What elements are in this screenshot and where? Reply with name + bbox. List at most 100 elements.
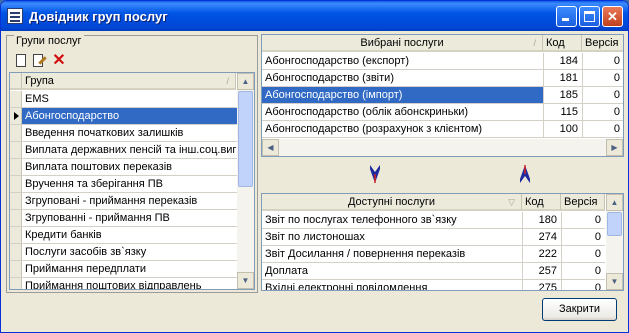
service-row[interactable]: Абонгосподарство (експорт) 184 0: [262, 53, 623, 70]
app-icon: [7, 8, 23, 24]
group-row[interactable]: Абонгосподарство: [10, 108, 237, 125]
group-name: Згруповані - приймання переказів: [25, 195, 198, 207]
group-row[interactable]: Згрупованні - приймання ПВ: [10, 210, 237, 227]
close-window-button[interactable]: ✕: [602, 6, 623, 27]
row-indicator: [10, 244, 22, 260]
scroll-right-button[interactable]: ▶: [606, 139, 623, 156]
new-document-icon[interactable]: [13, 53, 29, 69]
available-vscroll[interactable]: ▲ ▼: [606, 194, 623, 290]
row-indicator: [10, 91, 22, 107]
service-code: 180: [522, 212, 561, 228]
group-row[interactable]: EMS: [10, 91, 237, 108]
row-indicator: [10, 227, 22, 243]
service-name: Абонгосподарство (експорт): [265, 55, 410, 67]
service-name: Абонгосподарство (розрахунок з клієнтом): [265, 123, 483, 135]
close-icon: ✕: [607, 9, 618, 24]
arrow-down-icon[interactable]: [367, 164, 383, 184]
minimize-button[interactable]: [556, 6, 577, 27]
service-version: 0: [582, 121, 623, 137]
group-row[interactable]: Приймання поштових відправлень: [10, 278, 237, 290]
group-name: Послуги засобів зв`язку: [25, 246, 147, 258]
service-row[interactable]: Абонгосподарство (розрахунок з клієнтом)…: [262, 121, 623, 138]
group-row[interactable]: Введення початкових залишків: [10, 125, 237, 142]
group-row[interactable]: Виплата державних пенсій та інш.соц.виг: [10, 142, 237, 159]
close-button[interactable]: Закрити: [542, 298, 617, 321]
group-name: Виплата державних пенсій та інш.соц.виг: [25, 144, 237, 156]
scroll-thumb[interactable]: [238, 91, 253, 187]
service-name: Звіт по листоношах: [265, 231, 365, 243]
window-title: Довідник груп послуг: [29, 9, 168, 24]
maximize-button[interactable]: [579, 6, 600, 27]
service-version: 0: [561, 280, 605, 290]
service-version: 0: [561, 212, 605, 228]
service-row[interactable]: Абонгосподарство (облік абонскриньки) 115…: [262, 104, 623, 121]
edit-document-icon[interactable]: [31, 53, 47, 69]
row-indicator: [10, 125, 22, 141]
scroll-thumb[interactable]: [607, 212, 622, 236]
groups-groupbox: Групи послуг ✕ Група / EMS Абонгосподарств…: [6, 35, 258, 293]
service-row[interactable]: Звіт по листоношах 274 0: [262, 229, 605, 246]
service-code: 184: [543, 53, 582, 69]
scroll-up-button[interactable]: ▲: [606, 194, 623, 211]
available-version-header[interactable]: Версія: [561, 194, 605, 211]
group-row[interactable]: Згруповані - приймання переказів: [10, 193, 237, 210]
service-name: Абонгосподарство (звіти): [265, 72, 394, 84]
row-indicator: [10, 278, 22, 289]
row-indicator: [10, 108, 22, 124]
service-row[interactable]: Абонгосподарство (імпорт) 185 0: [262, 87, 623, 104]
service-version: 0: [561, 246, 605, 262]
service-code: 100: [543, 121, 582, 137]
group-row[interactable]: Кредити банків: [10, 227, 237, 244]
groups-column-header[interactable]: Група /: [22, 73, 236, 90]
service-row[interactable]: Вхідні електронні повідомлення 275 0: [262, 280, 605, 291]
group-name: Приймання передплати: [25, 263, 147, 275]
group-row[interactable]: Вручення та зберігання ПВ: [10, 176, 237, 193]
groups-grid[interactable]: Група / EMS Абонгосподарство Введення почат…: [9, 72, 255, 290]
group-name: Згрупованні - приймання ПВ: [25, 212, 170, 224]
group-row[interactable]: Виплата поштових переказів: [10, 159, 237, 176]
service-row[interactable]: Доплата 257 0: [262, 263, 605, 280]
selected-services-grid[interactable]: Вибрані послуги / Код Версія Абонгосподар…: [261, 34, 624, 157]
service-code: 185: [543, 87, 582, 103]
scroll-left-button[interactable]: ◀: [262, 139, 279, 156]
selected-name-header[interactable]: Вибрані послуги /: [262, 35, 543, 52]
scroll-up-button[interactable]: ▲: [237, 73, 254, 90]
dialog-window: Довідник груп послуг ✕ Групи послуг ✕ Гр…: [0, 0, 629, 333]
arrow-up-icon[interactable]: [517, 164, 533, 184]
groups-vscroll[interactable]: ▲ ▼: [237, 73, 254, 289]
maximize-icon: [584, 11, 595, 22]
service-code: 181: [543, 70, 582, 86]
group-row[interactable]: Приймання передплати: [10, 261, 237, 278]
group-name: Абонгосподарство: [22, 108, 237, 124]
selected-version-header[interactable]: Версія: [582, 35, 623, 52]
delete-icon[interactable]: ✕: [51, 53, 67, 69]
row-indicator: [10, 176, 22, 192]
scroll-down-button[interactable]: ▼: [237, 272, 254, 289]
service-row[interactable]: Звіт по послугах телефонного зв`язку 180 0: [262, 212, 605, 229]
available-code-header[interactable]: Код: [522, 194, 561, 211]
service-name: Вхідні електронні повідомлення: [265, 282, 428, 291]
selected-hscroll[interactable]: ◀ ▶: [262, 139, 623, 156]
group-name: Вручення та зберігання ПВ: [25, 178, 163, 190]
service-code: 115: [543, 104, 582, 120]
service-version: 0: [582, 53, 623, 69]
service-name: Абонгосподарство (імпорт): [262, 87, 543, 103]
service-row[interactable]: Звіт Досилання / повернення переказів 222…: [262, 246, 605, 263]
group-name: Виплата поштових переказів: [25, 161, 172, 173]
service-version: 0: [582, 104, 623, 120]
group-name: Приймання поштових відправлень: [25, 280, 202, 290]
title-bar[interactable]: Довідник груп послуг ✕: [1, 1, 628, 31]
scroll-down-button[interactable]: ▼: [606, 273, 623, 290]
group-name: Введення початкових залишків: [25, 127, 184, 139]
available-services-grid[interactable]: Доступні послуги ▽ Код Версія Звіт по пос…: [261, 193, 624, 291]
service-name: Доплата: [265, 265, 308, 277]
group-name: EMS: [25, 93, 49, 105]
service-name: Звіт Досилання / повернення переказів: [265, 248, 466, 260]
service-code: 257: [522, 263, 561, 279]
selected-code-header[interactable]: Код: [543, 35, 582, 52]
available-name-header[interactable]: Доступні послуги ▽: [262, 194, 522, 211]
group-row[interactable]: Послуги засобів зв`язку: [10, 244, 237, 261]
service-version: 0: [561, 263, 605, 279]
row-indicator: [10, 159, 22, 175]
service-row[interactable]: Абонгосподарство (звіти) 181 0: [262, 70, 623, 87]
